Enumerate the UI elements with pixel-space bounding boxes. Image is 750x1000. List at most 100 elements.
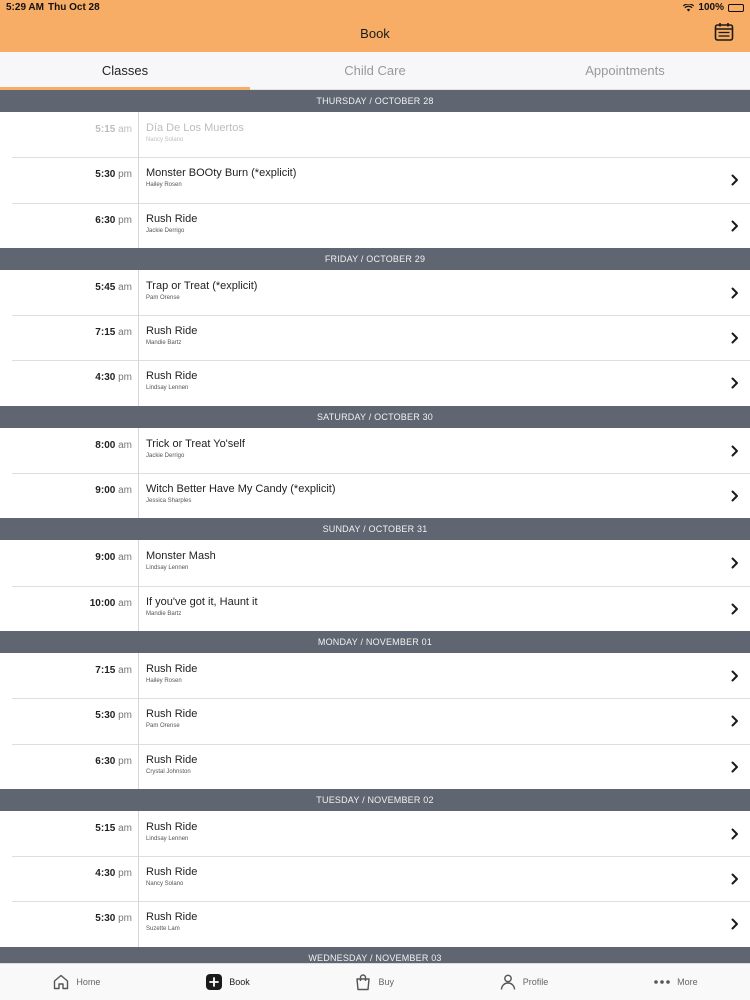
chevron-right-icon[interactable] bbox=[731, 556, 739, 569]
class-row[interactable]: 6:30 pm Rush Ride Jackie Derrigo bbox=[0, 202, 750, 248]
class-row[interactable]: 5:15 am Rush Ride Lindsay Lennen bbox=[0, 810, 750, 857]
more-dots-icon bbox=[653, 973, 671, 991]
class-name: Rush Ride bbox=[146, 866, 198, 879]
status-date: Thu Oct 28 bbox=[48, 2, 100, 13]
class-name: Witch Better Have My Candy (*explicit) bbox=[146, 483, 336, 496]
chevron-right-icon[interactable] bbox=[731, 376, 739, 389]
chevron-right-icon[interactable] bbox=[731, 760, 739, 773]
chevron-right-icon[interactable] bbox=[731, 219, 739, 232]
class-info: Trick or Treat Yo'self Jackie Derrigo bbox=[146, 438, 245, 459]
day-header: MONDAY / NOVEMBER 01 bbox=[0, 630, 750, 653]
chevron-right-icon[interactable] bbox=[731, 331, 739, 344]
class-time: 10:00 am bbox=[90, 598, 132, 609]
time-column: 5:15 am bbox=[0, 112, 139, 158]
tabbar-label: Book bbox=[229, 977, 250, 987]
class-row[interactable]: 9:00 am Monster Mash Lindsay Lennen bbox=[0, 540, 750, 586]
chevron-right-icon[interactable] bbox=[731, 669, 739, 682]
class-row[interactable]: 6:30 pm Rush Ride Crystal Johnston bbox=[0, 743, 750, 789]
tab-appointments[interactable]: Appointments bbox=[500, 52, 750, 89]
status-time: 5:29 AM bbox=[6, 2, 44, 13]
class-name: Rush Ride bbox=[146, 911, 198, 924]
class-time: 5:30 pm bbox=[95, 169, 132, 180]
chevron-right-icon[interactable] bbox=[731, 602, 739, 615]
instructor-name: Jessica Sharples bbox=[146, 498, 192, 505]
class-name: Trick or Treat Yo'self bbox=[146, 437, 245, 450]
class-time-value: 4:30 bbox=[95, 868, 116, 880]
class-info: Rush Ride Crystal Johnston bbox=[146, 754, 197, 775]
time-column: 8:00 am bbox=[0, 427, 139, 474]
instructor-name: Jackie Derrigo bbox=[146, 452, 185, 459]
tabbar-item-buy[interactable]: Buy bbox=[354, 973, 394, 991]
class-name: Monster Mash bbox=[146, 550, 216, 563]
tab-classes[interactable]: Classes bbox=[0, 52, 250, 90]
day-header: TUESDAY / NOVEMBER 02 bbox=[0, 788, 750, 811]
battery-icon bbox=[728, 3, 744, 12]
class-row[interactable]: 4:30 pm Rush Ride Lindsay Lennen bbox=[0, 360, 750, 406]
time-column: 5:45 am bbox=[0, 269, 139, 316]
class-time-value: 5:30 bbox=[95, 913, 116, 925]
tabbar-item-more[interactable]: More bbox=[653, 973, 698, 991]
chevron-right-icon[interactable] bbox=[731, 917, 739, 930]
tabbar-label: Buy bbox=[378, 977, 394, 987]
tab-child-care[interactable]: Child Care bbox=[250, 52, 500, 89]
class-row[interactable]: 4:30 pm Rush Ride Nancy Solano bbox=[0, 856, 750, 902]
class-info: Trap or Treat (*explicit) Pam Orense bbox=[146, 280, 257, 301]
class-time-value: 5:30 bbox=[95, 169, 116, 181]
class-time: 7:15 am bbox=[95, 665, 132, 676]
class-info: Rush Ride Nancy Solano bbox=[146, 866, 197, 887]
time-column: 4:30 pm bbox=[0, 360, 139, 406]
time-column: 5:30 pm bbox=[0, 157, 139, 203]
class-name: Rush Ride bbox=[146, 753, 198, 766]
class-time-ampm: am bbox=[118, 597, 132, 609]
class-row[interactable]: 7:15 am Rush Ride Hailey Rosen bbox=[0, 652, 750, 699]
class-row[interactable]: 7:15 am Rush Ride Mandie Bartz bbox=[0, 315, 750, 361]
class-time-ampm: am bbox=[118, 822, 132, 834]
class-time-ampm: pm bbox=[118, 214, 132, 226]
time-column: 9:00 am bbox=[0, 473, 139, 519]
class-time-ampm: am bbox=[118, 664, 132, 676]
class-time-ampm: pm bbox=[118, 372, 132, 384]
time-column: 4:30 pm bbox=[0, 856, 139, 902]
chevron-right-icon[interactable] bbox=[731, 444, 739, 457]
time-column: 10:00 am bbox=[0, 585, 139, 631]
chevron-right-icon[interactable] bbox=[731, 827, 739, 840]
time-column: 9:00 am bbox=[0, 540, 139, 586]
chevron-right-icon[interactable] bbox=[731, 714, 739, 727]
class-time-value: 5:45 bbox=[95, 281, 116, 293]
chevron-right-icon[interactable] bbox=[731, 173, 739, 186]
chevron-right-icon[interactable] bbox=[731, 872, 739, 885]
class-row[interactable]: 5:30 pm Rush Ride Pam Orense bbox=[0, 698, 750, 744]
chevron-right-icon[interactable] bbox=[731, 286, 739, 299]
class-time-value: 7:15 bbox=[95, 327, 116, 339]
wifi-icon bbox=[683, 3, 695, 11]
chevron-right-icon[interactable] bbox=[731, 489, 739, 502]
class-row[interactable]: 5:30 pm Rush Ride Suzette Lam bbox=[0, 901, 750, 947]
class-time-ampm: am bbox=[118, 327, 132, 339]
page-title: Book bbox=[360, 26, 390, 41]
class-row[interactable]: 5:45 am Trap or Treat (*explicit) Pam Oren… bbox=[0, 269, 750, 316]
class-info: Rush Ride Lindsay Lennen bbox=[146, 821, 197, 842]
class-row[interactable]: 5:30 pm Monster BOOty Burn (*explicit) Hai… bbox=[0, 157, 750, 203]
tabbar-item-book[interactable]: Book bbox=[205, 973, 250, 991]
class-time-ampm: pm bbox=[118, 169, 132, 181]
segment-tabs: Classes Child Care Appointments bbox=[0, 52, 750, 90]
class-info: Día De Los Muertos Nancy Solano bbox=[146, 122, 244, 143]
class-time: 5:30 pm bbox=[95, 913, 132, 924]
class-time-value: 9:00 bbox=[95, 552, 116, 564]
class-name: Rush Ride bbox=[146, 370, 198, 383]
class-row[interactable]: 8:00 am Trick or Treat Yo'self Jackie Derr… bbox=[0, 427, 750, 474]
class-row[interactable]: 9:00 am Witch Better Have My Candy (*expl… bbox=[0, 473, 750, 519]
class-time: 5:15 am bbox=[95, 823, 132, 834]
instructor-name: Suzette Lam bbox=[146, 926, 180, 933]
calendar-icon[interactable] bbox=[714, 22, 734, 42]
instructor-name: Lindsay Lennen bbox=[146, 385, 189, 392]
class-name: Día De Los Muertos bbox=[146, 122, 244, 134]
class-time: 9:00 am bbox=[95, 552, 132, 563]
tabbar-item-home[interactable]: Home bbox=[52, 973, 100, 991]
class-row[interactable]: 10:00 am If you've got it, Haunt it Mandie… bbox=[0, 585, 750, 631]
instructor-name: Pam Orense bbox=[146, 294, 180, 301]
class-time-value: 9:00 bbox=[95, 485, 116, 497]
time-column: 7:15 am bbox=[0, 315, 139, 361]
tabbar-item-profile[interactable]: Profile bbox=[499, 973, 548, 991]
class-time-value: 8:00 bbox=[95, 439, 116, 451]
